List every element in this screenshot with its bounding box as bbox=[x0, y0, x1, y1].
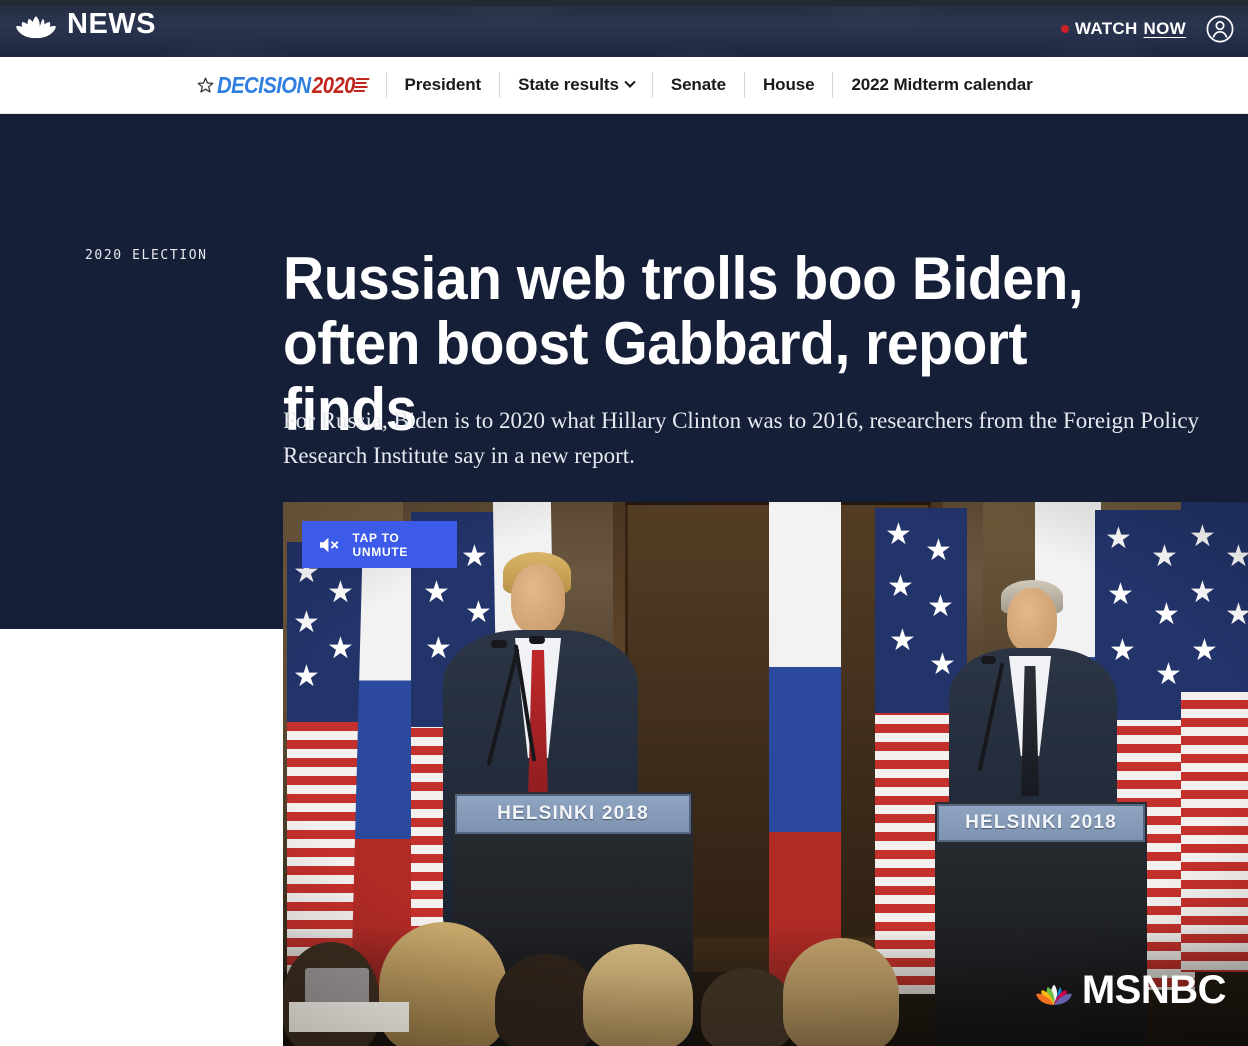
nbc-news-logo[interactable]: NEWS bbox=[16, 9, 156, 39]
decision-2020-logo[interactable]: DECISION 2020 bbox=[197, 72, 385, 99]
nav-item-midterm-calendar[interactable]: 2022 Midterm calendar bbox=[833, 75, 1050, 95]
audience-head-4 bbox=[583, 944, 693, 1046]
audience-head-5 bbox=[701, 968, 793, 1046]
article-dek: For Russia, Biden is to 2020 what Hillar… bbox=[283, 408, 1200, 468]
nbc-peacock-color-icon bbox=[1036, 984, 1072, 1005]
speaker-muted-icon bbox=[319, 537, 339, 552]
audience-head-6 bbox=[783, 938, 899, 1046]
left-microphone-head-2 bbox=[529, 636, 545, 644]
right-podium-sign: HELSINKI 2018 bbox=[937, 804, 1145, 842]
right-speaker-head bbox=[1007, 588, 1057, 652]
tap-to-unmute-button[interactable]: TAP TO UNMUTE bbox=[302, 521, 457, 568]
nav-item-label: Senate bbox=[670, 75, 726, 94]
account-circle-icon[interactable] bbox=[1206, 15, 1234, 43]
left-speaker-head bbox=[511, 564, 565, 634]
nav-item-house[interactable]: House bbox=[745, 75, 832, 95]
network-bug-label: MSNBC bbox=[1081, 968, 1227, 1012]
watch-now-label: NOW bbox=[1143, 18, 1186, 38]
page-background-lower-left bbox=[0, 629, 283, 1046]
brand-wordmark: NEWS bbox=[67, 7, 156, 40]
article-eyebrow-label[interactable]: 2020 ELECTION bbox=[85, 248, 208, 263]
nav-item-senate[interactable]: Senate bbox=[653, 75, 744, 95]
flag-stripes-icon bbox=[353, 78, 369, 92]
live-indicator-dot bbox=[1060, 24, 1069, 33]
left-podium-sign: HELSINKI 2018 bbox=[455, 794, 691, 834]
tap-to-unmute-label: TAP TO UNMUTE bbox=[352, 530, 409, 559]
decision-2020-nav: DECISION 2020 President State results Se… bbox=[0, 57, 1248, 114]
article-video-player[interactable]: ★ ★ ★ ★ ★ ★ ★ ★ ★ ★ ★ ★ ★ ★ ★ ★ ★ ★ ★ ★ … bbox=[283, 502, 1248, 1046]
left-microphone-head bbox=[491, 640, 507, 648]
nav-item-label: 2022 Midterm calendar bbox=[851, 75, 1033, 94]
nav-item-label: State results bbox=[518, 75, 619, 94]
network-bug: MSNBC bbox=[1035, 968, 1227, 1012]
nav-item-state-results[interactable]: State results bbox=[500, 75, 652, 95]
left-podium-sign-text: HELSINKI 2018 bbox=[497, 803, 649, 824]
us-flag-left-outer-canton: ★ ★ ★ ★ ★ bbox=[287, 542, 365, 722]
chevron-down-icon bbox=[624, 76, 636, 88]
right-microphone-head bbox=[981, 656, 996, 664]
nav-item-label: House bbox=[762, 75, 815, 94]
star-outline-icon bbox=[197, 77, 214, 93]
nav-item-label: President bbox=[404, 75, 482, 94]
top-accent-strip bbox=[0, 0, 1248, 6]
audience-paper bbox=[289, 1002, 409, 1032]
watch-now-button[interactable]: WATCH NOW bbox=[1060, 18, 1186, 39]
right-podium-sign-text: HELSINKI 2018 bbox=[965, 812, 1117, 833]
decision-year: 2020 bbox=[311, 71, 355, 98]
nav-item-president[interactable]: President bbox=[387, 75, 500, 95]
decision-word: DECISION bbox=[217, 71, 311, 98]
nbc-peacock-icon bbox=[16, 16, 56, 39]
site-masthead: NEWS WATCH NOW bbox=[0, 0, 1248, 57]
us-flag-far-right-canton: ★ ★ ★ ★ ★ bbox=[1181, 502, 1248, 692]
watch-label: WATCH bbox=[1074, 18, 1138, 38]
